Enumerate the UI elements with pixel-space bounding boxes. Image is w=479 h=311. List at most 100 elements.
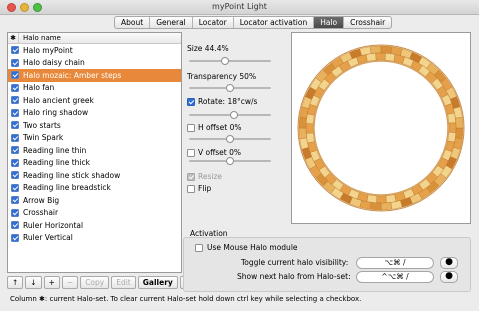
halo-name: Two starts — [23, 120, 61, 130]
toggle-visibility-shortcut-field[interactable]: ⌥⌘ / — [356, 257, 434, 269]
h-offset-label: H offset 0% — [198, 123, 242, 132]
rotate-slider[interactable] — [189, 111, 271, 119]
halo-name: Ruler Horizontal — [23, 220, 84, 230]
halo-tile — [380, 202, 392, 211]
tab-about[interactable]: About — [115, 17, 151, 28]
resize-checkbox[interactable] — [187, 173, 195, 181]
halo-set-checkbox[interactable] — [11, 46, 19, 55]
use-mouse-halo-label: Use Mouse Halo module — [207, 243, 298, 252]
next-halo-label: Show next halo from Halo-set: — [237, 272, 351, 281]
edit-button[interactable]: Edit — [111, 276, 136, 289]
current-set-column-header[interactable]: ✱ — [8, 33, 19, 43]
list-item[interactable]: Halo mozaic: Amber steps — [8, 69, 181, 82]
tab-halo[interactable]: Halo — [314, 17, 345, 28]
flip-checkbox[interactable] — [187, 185, 195, 193]
v-offset-label: V offset 0% — [198, 148, 242, 157]
halo-set-checkbox[interactable] — [11, 58, 19, 67]
halo-name: Reading line thin — [23, 145, 87, 155]
copy-button[interactable]: Copy — [80, 276, 110, 289]
halo-set-checkbox[interactable] — [11, 146, 19, 155]
halo-tile — [385, 194, 397, 204]
halo-set-checkbox[interactable] — [11, 233, 19, 242]
halo-name: Reading line breadstick — [23, 183, 111, 193]
halo-name: Halo mozaic: Amber steps — [23, 70, 122, 80]
next-halo-shortcut-field[interactable]: ^⌥⌘ / — [356, 271, 434, 283]
list-item[interactable]: Ruler Horizontal — [8, 219, 181, 232]
gallery-button[interactable]: Gallery — [137, 276, 178, 289]
use-mouse-halo-checkbox[interactable] — [195, 244, 203, 252]
halo-set-checkbox[interactable] — [11, 96, 19, 105]
halo-set-checkbox[interactable] — [11, 221, 19, 230]
halo-set-checkbox[interactable] — [11, 158, 19, 167]
halo-set-checkbox[interactable] — [11, 83, 19, 92]
v-offset-checkbox[interactable] — [187, 149, 195, 157]
list-item[interactable]: Ruler Vertical — [8, 232, 181, 245]
add-button[interactable]: + — [43, 276, 60, 289]
list-item[interactable]: Halo fan — [8, 82, 181, 95]
list-item[interactable]: Reading line breadstick — [8, 182, 181, 195]
halo-list[interactable]: ✱ Halo name Halo myPoint Halo daisy chain… — [7, 32, 182, 273]
window-title: myPoint Light — [212, 2, 267, 11]
halo-tile — [365, 52, 377, 62]
remove-button[interactable]: − — [61, 276, 79, 289]
move-up-button[interactable]: ↑ — [7, 276, 24, 289]
halo-tile — [447, 112, 457, 124]
halo-set-checkbox[interactable] — [11, 183, 19, 192]
transparency-slider-knob[interactable] — [226, 84, 234, 92]
halo-name: Halo ancient greek — [23, 95, 94, 105]
size-slider-knob[interactable] — [221, 57, 230, 65]
halo-set-checkbox[interactable] — [11, 208, 19, 217]
list-item[interactable]: Two starts — [8, 119, 181, 132]
list-item[interactable]: Twin Spark — [8, 132, 181, 145]
v-offset-slider[interactable] — [189, 157, 271, 165]
record-toggle-shortcut-button[interactable]: ● — [440, 257, 458, 269]
record-next-shortcut-button[interactable]: ● — [440, 271, 458, 283]
tab-crosshair[interactable]: Crosshair — [344, 17, 391, 28]
list-item[interactable]: Arrow Big — [8, 194, 181, 207]
list-item[interactable]: Reading line thick — [8, 157, 181, 170]
halo-name-column-header[interactable]: Halo name — [19, 34, 61, 42]
h-offset-checkbox[interactable] — [187, 124, 195, 132]
halo-set-checkbox[interactable] — [11, 171, 19, 180]
list-item[interactable]: Crosshair — [8, 207, 181, 220]
tab-locator[interactable]: Locator — [193, 17, 234, 28]
halo-name: Crosshair — [23, 208, 59, 218]
halo-tile — [380, 45, 392, 54]
list-item[interactable]: Halo ring shadow — [8, 107, 181, 120]
transparency-label: Transparency 50% — [187, 72, 257, 81]
halo-inner-rim — [313, 60, 449, 196]
tab-locator-activation[interactable]: Locator activation — [234, 17, 315, 28]
size-slider[interactable] — [189, 57, 271, 65]
halo-name: Ruler Vertical — [23, 233, 73, 243]
h-offset-slider[interactable] — [189, 135, 271, 143]
rotate-slider-knob[interactable] — [230, 111, 239, 119]
halo-set-checkbox[interactable] — [11, 133, 19, 142]
move-down-button[interactable]: ↓ — [25, 276, 42, 289]
toggle-visibility-label: Toggle current halo visibility: — [241, 258, 349, 267]
halo-tile — [448, 122, 457, 133]
halo-tile — [376, 195, 387, 204]
transparency-slider[interactable] — [189, 84, 271, 92]
list-item[interactable]: Halo ancient greek — [8, 94, 181, 107]
halo-name: Halo myPoint — [23, 45, 73, 55]
halo-set-checkbox[interactable] — [11, 121, 19, 130]
rotate-checkbox[interactable] — [187, 98, 195, 106]
tab-general[interactable]: General — [150, 17, 193, 28]
list-button-bar: ↑ ↓ + − Copy Edit Gallery ? — [7, 276, 194, 290]
rotate-label: Rotate: 18°cw/s — [198, 97, 258, 106]
flip-label: Flip — [198, 184, 212, 193]
h-offset-slider-knob[interactable] — [226, 135, 234, 143]
list-item[interactable]: Halo myPoint — [8, 44, 181, 57]
v-offset-slider-knob[interactable] — [226, 157, 234, 165]
halo-set-checkbox[interactable] — [11, 108, 19, 117]
halo-set-checkbox[interactable] — [11, 196, 19, 205]
list-item[interactable]: Reading line thin — [8, 144, 181, 157]
halo-list-rows: Halo myPoint Halo daisy chain Halo mozaic:… — [8, 44, 181, 244]
app-window: myPoint Light About General Locator Locator… — [0, 0, 479, 311]
list-item[interactable]: Halo daisy chain — [8, 57, 181, 70]
halo-set-checkbox[interactable] — [11, 71, 19, 80]
halo-preview — [291, 32, 471, 224]
halo-tile — [370, 45, 382, 54]
list-item[interactable]: Reading line stick shadow — [8, 169, 181, 182]
halo-ring-image — [297, 44, 465, 212]
